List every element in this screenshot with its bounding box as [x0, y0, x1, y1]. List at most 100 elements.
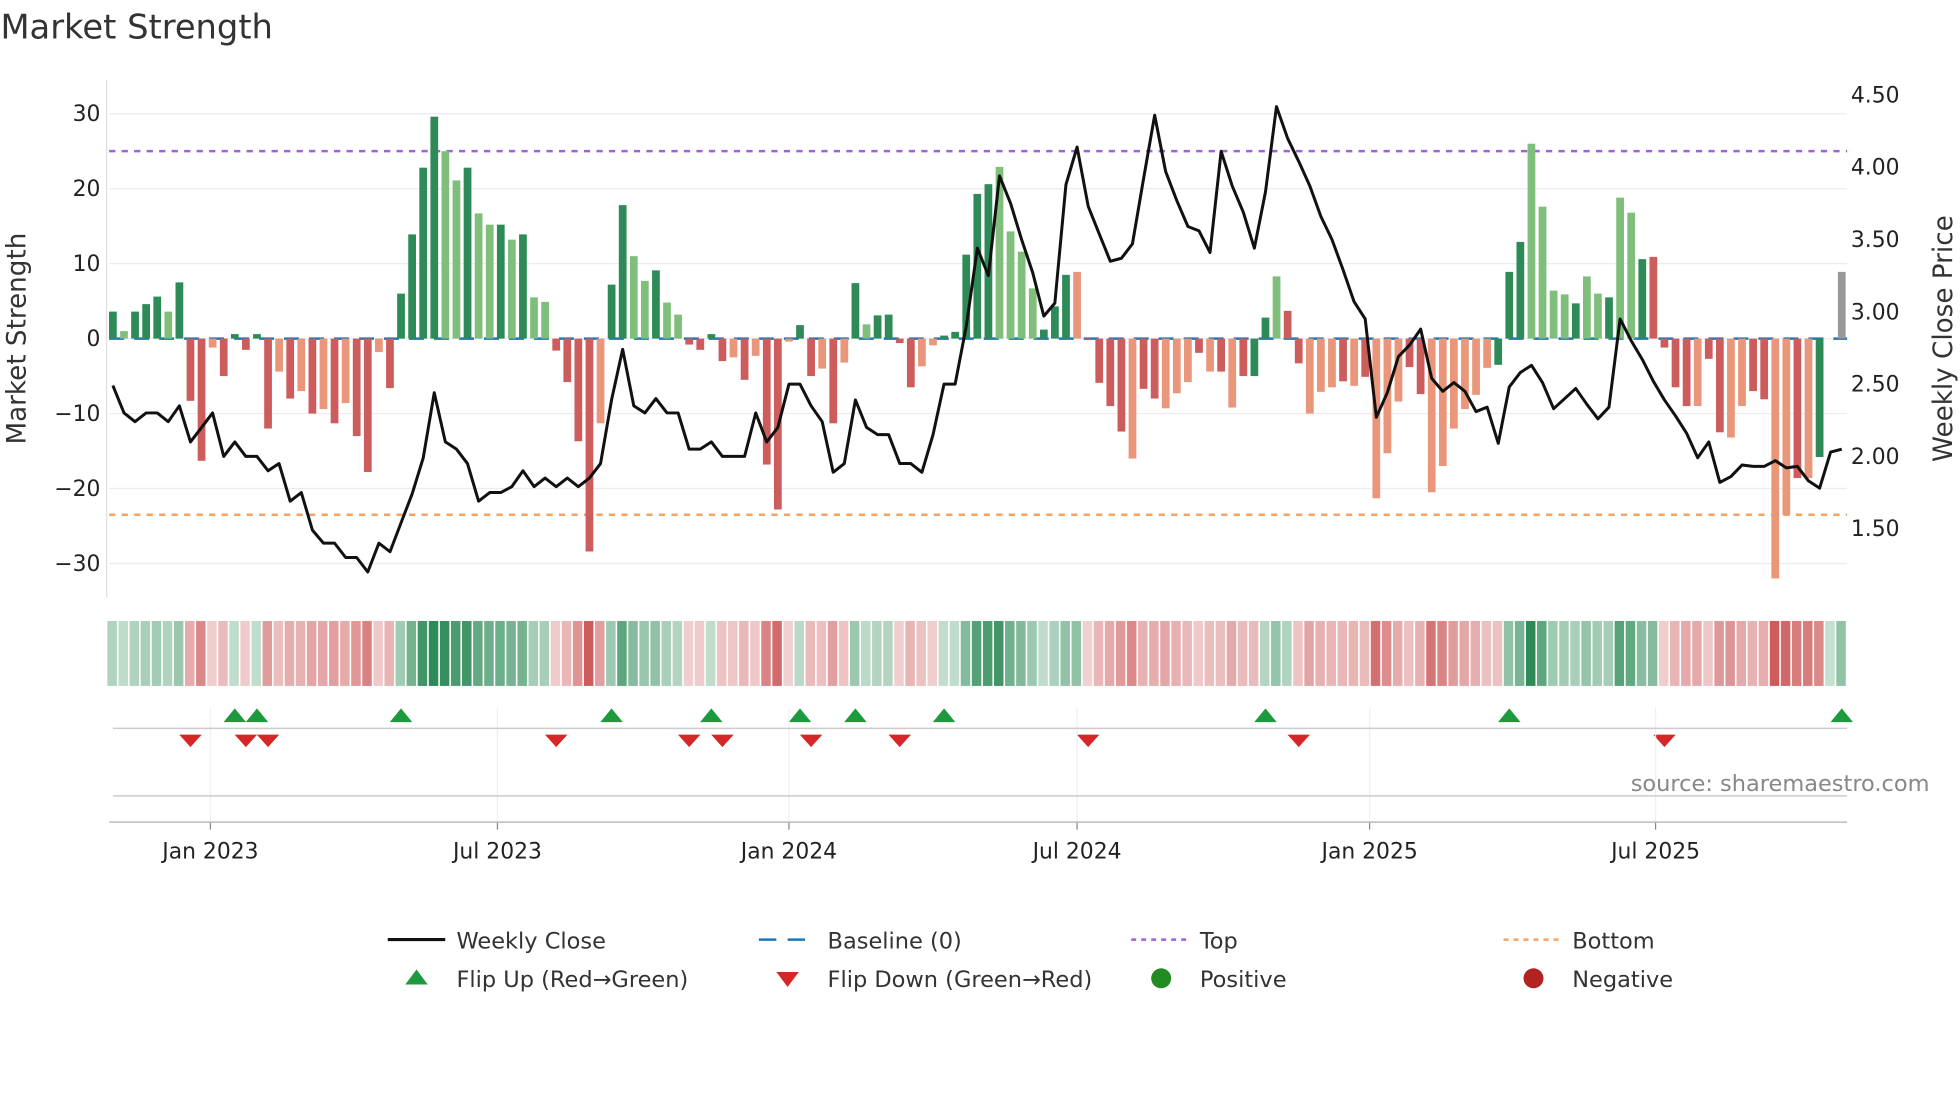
- heat-cell: [1681, 620, 1691, 686]
- heat-cell: [329, 620, 339, 686]
- heat-cell: [1193, 620, 1203, 686]
- heat-cell: [1603, 620, 1614, 686]
- strength-bar: [1837, 271, 1846, 339]
- heat-cell: [650, 620, 660, 686]
- heat-cell: [362, 620, 372, 686]
- strength-bar: [1272, 276, 1281, 339]
- y2-tick-label: 4.00: [1851, 156, 1900, 181]
- baseline-legend-label: Baseline (0): [828, 928, 962, 954]
- heat-cell: [1304, 620, 1314, 686]
- y-tick-label: −10: [54, 402, 100, 427]
- strength-bar: [1028, 288, 1037, 339]
- flip-down-marker: [544, 734, 568, 748]
- strength-bar: [1017, 251, 1026, 339]
- y-tick-label: 10: [73, 252, 101, 277]
- heat-cell: [583, 620, 594, 686]
- heat-cell: [872, 620, 882, 686]
- strength-bar: [264, 338, 272, 429]
- y-tick-label: 30: [73, 102, 101, 127]
- flip-down-marker: [1653, 734, 1676, 748]
- heat-cell: [705, 620, 716, 686]
- flip-up-marker: [223, 708, 247, 723]
- strength-bar: [1117, 338, 1126, 432]
- heat-cell: [971, 620, 982, 686]
- heat-cell: [794, 620, 805, 686]
- heat-cell: [949, 620, 960, 686]
- strength-bar: [596, 338, 605, 424]
- y-tick-label: 20: [73, 177, 101, 202]
- strength-bar: [940, 335, 948, 339]
- heat-cell: [1581, 620, 1591, 686]
- strength-bar: [1217, 338, 1226, 372]
- flip-up-marker: [1498, 708, 1521, 723]
- strength-bar: [164, 311, 173, 339]
- strength-bar: [463, 167, 472, 339]
- heat-cell: [173, 620, 184, 686]
- strength-bar: [430, 116, 439, 339]
- strength-bar: [895, 338, 904, 344]
- flip-down-marker: [234, 734, 258, 748]
- strength-bar: [829, 338, 838, 424]
- heat-cell: [207, 620, 217, 686]
- strength-bar: [1516, 241, 1525, 339]
- strength-bar: [807, 338, 815, 377]
- strength-bar: [1084, 338, 1093, 341]
- y-tick-label: −20: [54, 477, 100, 502]
- strength-bar: [341, 338, 350, 404]
- heat-cell: [1658, 620, 1669, 686]
- strength-bar: [1261, 317, 1270, 339]
- chart-title: Market Strength: [0, 8, 272, 47]
- strength-bar: [530, 297, 538, 339]
- heat-cell: [1271, 620, 1281, 686]
- strength-bar: [1206, 338, 1214, 372]
- positive-legend-icon: [1151, 968, 1172, 989]
- heat-cell: [340, 620, 350, 686]
- strength-bar: [1693, 338, 1702, 407]
- heat-cell: [317, 620, 328, 686]
- x-tick-label: Jan 2023: [160, 839, 258, 864]
- strength-bar: [1317, 338, 1325, 392]
- flip-up-marker: [788, 708, 812, 723]
- flip-down-marker: [888, 734, 911, 748]
- strength-bar: [1660, 338, 1669, 348]
- heat-cell: [1049, 620, 1059, 686]
- heat-cell: [373, 620, 383, 686]
- strength-bar: [1161, 338, 1170, 409]
- strength-bar: [1782, 338, 1791, 515]
- heat-cell: [861, 620, 871, 686]
- strength-bar: [751, 338, 760, 356]
- heat-cell: [1093, 620, 1104, 686]
- strength-bar: [1760, 338, 1769, 400]
- heat-cell: [606, 620, 616, 686]
- strength-bar: [762, 338, 771, 465]
- flip-down-legend-icon: [776, 972, 799, 988]
- heat-cell: [1736, 620, 1747, 686]
- heat-cell: [162, 620, 173, 686]
- strength-bar: [186, 338, 195, 401]
- heat-cell: [1381, 620, 1392, 686]
- heat-cell: [1259, 620, 1270, 686]
- negative-legend-icon: [1523, 968, 1544, 989]
- strength-bar: [1594, 293, 1602, 339]
- heat-cell: [439, 620, 450, 686]
- heat-cell: [1337, 620, 1348, 686]
- strength-bar: [1483, 338, 1491, 368]
- flip-down-marker: [677, 734, 701, 748]
- heat-cell: [1348, 620, 1359, 686]
- heat-cell: [1060, 620, 1070, 686]
- heat-cell: [273, 620, 284, 686]
- heat-cell: [539, 620, 550, 686]
- heat-cell: [528, 620, 539, 686]
- flip-up-marker: [700, 708, 723, 723]
- heat-cell: [1149, 620, 1159, 686]
- strength-bar: [1505, 271, 1514, 339]
- heat-cell: [251, 620, 261, 686]
- heat-cell: [595, 620, 605, 686]
- strength-bar: [740, 338, 749, 380]
- y2-tick-label: 3.00: [1851, 300, 1900, 325]
- strength-bar: [918, 338, 926, 367]
- heat-cell: [484, 620, 494, 686]
- flip-down-marker: [1287, 734, 1310, 748]
- heat-cell: [1115, 620, 1126, 686]
- flip-down-marker: [799, 734, 823, 748]
